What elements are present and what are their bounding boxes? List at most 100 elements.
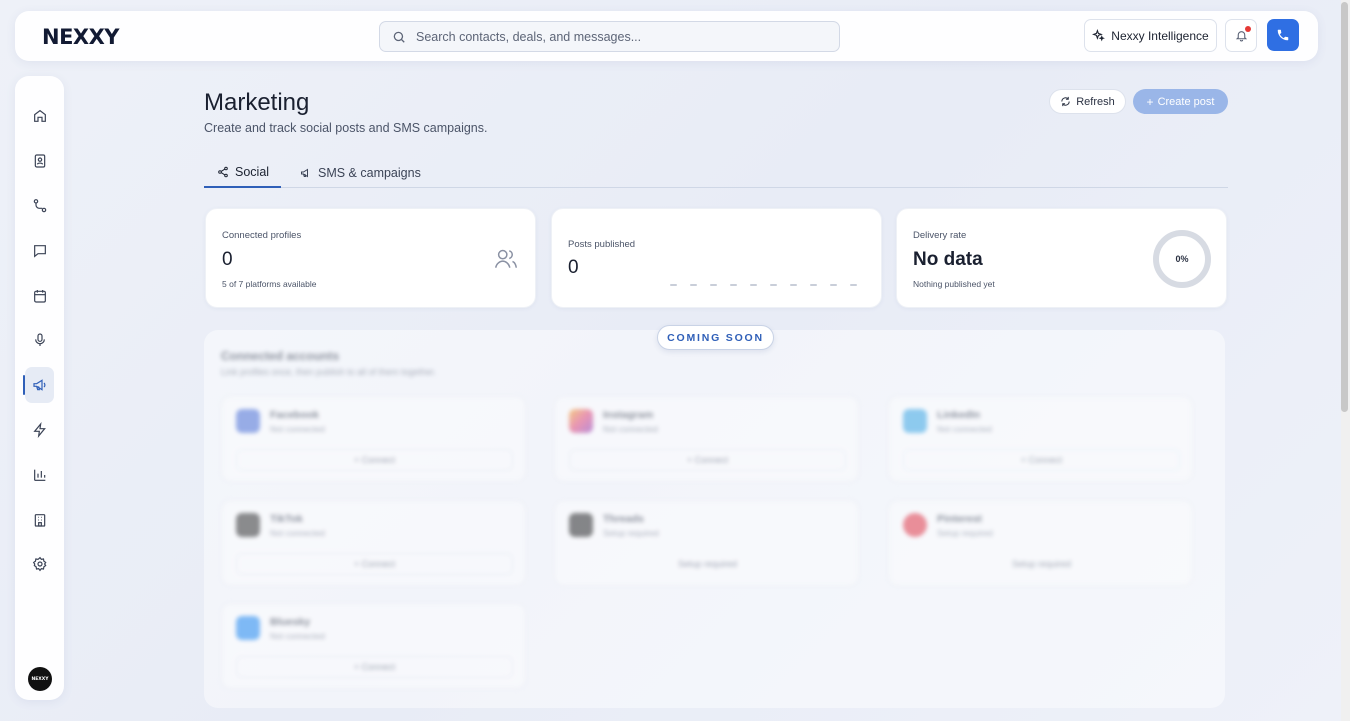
account-card-tiktok: TikTok Not connected + Connect [221,500,526,586]
card-label: Delivery rate [913,230,967,241]
account-card-facebook: Facebook Not connected + Connect [221,396,526,482]
delivery-rate-card: Delivery rate No data Nothing published … [896,208,1227,308]
card-sub: 5 of 7 platforms available [222,279,317,289]
account-name: Pinterest [937,513,982,525]
nexxy-intelligence-label: Nexxy Intelligence [1111,28,1209,43]
tab-sms-label: SMS & campaigns [318,165,421,180]
sidebar-item-pipeline[interactable] [25,188,54,224]
account-name: LinkedIn [937,409,981,421]
tab-social[interactable]: Social [204,157,281,188]
account-status: Not connected [270,424,325,434]
scrollbar[interactable] [1341,0,1350,721]
account-name: Instagram [603,409,654,421]
account-name: Bluesky [270,616,311,628]
sidebar-item-conversations[interactable] [25,233,54,269]
top-bar: NEXXY Nexxy Intelligence [15,11,1318,61]
refresh-button[interactable]: Refresh [1049,89,1126,114]
search-box[interactable] [379,21,840,52]
sidebar-item-marketing[interactable] [23,367,54,403]
account-status: Not connected [937,424,992,434]
tiktok-icon [236,513,260,537]
search-input[interactable] [416,29,816,44]
account-status: Setup required [937,528,993,538]
sidebar-item-reports[interactable] [25,457,54,493]
account-name: Facebook [270,409,320,421]
card-value: No data [913,249,983,270]
account-card-bluesky: Bluesky Not connected + Connect [221,603,526,689]
account-card-threads: Threads Setup required Setup required [554,500,859,586]
coming-soon-badge: COMING SOON [657,325,774,350]
connected-profiles-card: Connected profiles 0 5 of 7 platforms av… [205,208,536,308]
card-value: 0 [222,249,233,270]
card-label: Posts published [568,239,636,250]
users-icon [493,246,519,272]
bluesky-icon [236,616,260,640]
phone-icon [1276,28,1290,42]
notification-badge [1245,26,1251,32]
scrollbar-thumb[interactable] [1341,2,1348,412]
account-status: Not connected [603,424,658,434]
megaphone-icon [300,167,312,179]
nexxy-intelligence-button[interactable]: Nexxy Intelligence [1084,19,1217,52]
facebook-icon [236,409,260,433]
account-status: Setup required [603,528,659,538]
sidebar-item-calendar[interactable] [25,278,54,314]
sparkle-icon [1092,29,1106,42]
sidebar [15,76,64,700]
account-status: Not connected [270,631,325,641]
delivery-ring: 0% [1153,230,1211,288]
connect-button: + Connect [236,449,513,471]
account-card-pinterest: Pinterest Setup required Setup required [888,500,1193,586]
lightning-icon [32,422,48,438]
card-value: 0 [568,257,579,278]
page-title: Marketing [204,89,310,116]
calendar-icon [32,288,48,304]
posts-published-card: Posts published 0 [551,208,882,308]
connected-accounts-panel: Connected accounts Link profiles once, t… [204,330,1225,708]
sidebar-item-settings[interactable] [25,546,54,582]
tab-social-label: Social [235,164,270,179]
chat-icon [32,243,48,259]
sidebar-item-home[interactable] [25,98,54,134]
search-icon [392,30,406,44]
create-post-button[interactable]: + Create post [1133,89,1228,114]
gear-icon [32,556,48,572]
tabs: Social SMS & campaigns [204,157,1228,188]
notifications-button[interactable] [1225,19,1257,52]
sidebar-item-contacts[interactable] [25,143,54,179]
sidebar-item-company[interactable] [25,502,54,538]
card-sub: Nothing published yet [913,279,995,289]
contacts-icon [32,153,48,169]
account-name: TikTok [270,513,303,525]
sparkline-placeholder [670,284,857,286]
avatar[interactable]: NEXXY [28,667,52,691]
refresh-label: Refresh [1076,95,1115,108]
building-icon [32,512,48,528]
connect-button: + Connect [236,656,513,678]
share-icon [217,166,229,178]
page-subtitle: Create and track social posts and SMS ca… [204,121,488,135]
account-status: Not connected [270,528,325,538]
linkedin-icon [903,409,927,433]
account-card-linkedin: LinkedIn Not connected + Connect [888,396,1193,482]
sidebar-item-automations[interactable] [25,412,54,448]
app-logo[interactable]: NEXXY [42,25,120,49]
threads-icon [569,513,593,537]
setup-required-label: Setup required [1011,559,1072,569]
tab-sms-campaigns[interactable]: SMS & campaigns [300,157,421,188]
create-post-label: Create post [1157,95,1215,108]
call-button[interactable] [1267,19,1299,51]
setup-required-label: Setup required [677,559,738,569]
plus-icon: + [1146,94,1154,109]
connect-button: + Connect [569,449,846,471]
refresh-icon [1060,96,1071,107]
account-name: Threads [603,513,644,525]
card-label: Connected profiles [222,230,302,241]
instagram-icon [569,409,593,433]
sidebar-item-voice[interactable] [25,322,54,358]
section-description: Link profiles once, then publish to all … [221,367,437,377]
pinterest-icon [903,513,927,537]
bar-chart-icon [32,467,48,483]
pipeline-icon [32,198,48,214]
microphone-icon [32,332,48,348]
